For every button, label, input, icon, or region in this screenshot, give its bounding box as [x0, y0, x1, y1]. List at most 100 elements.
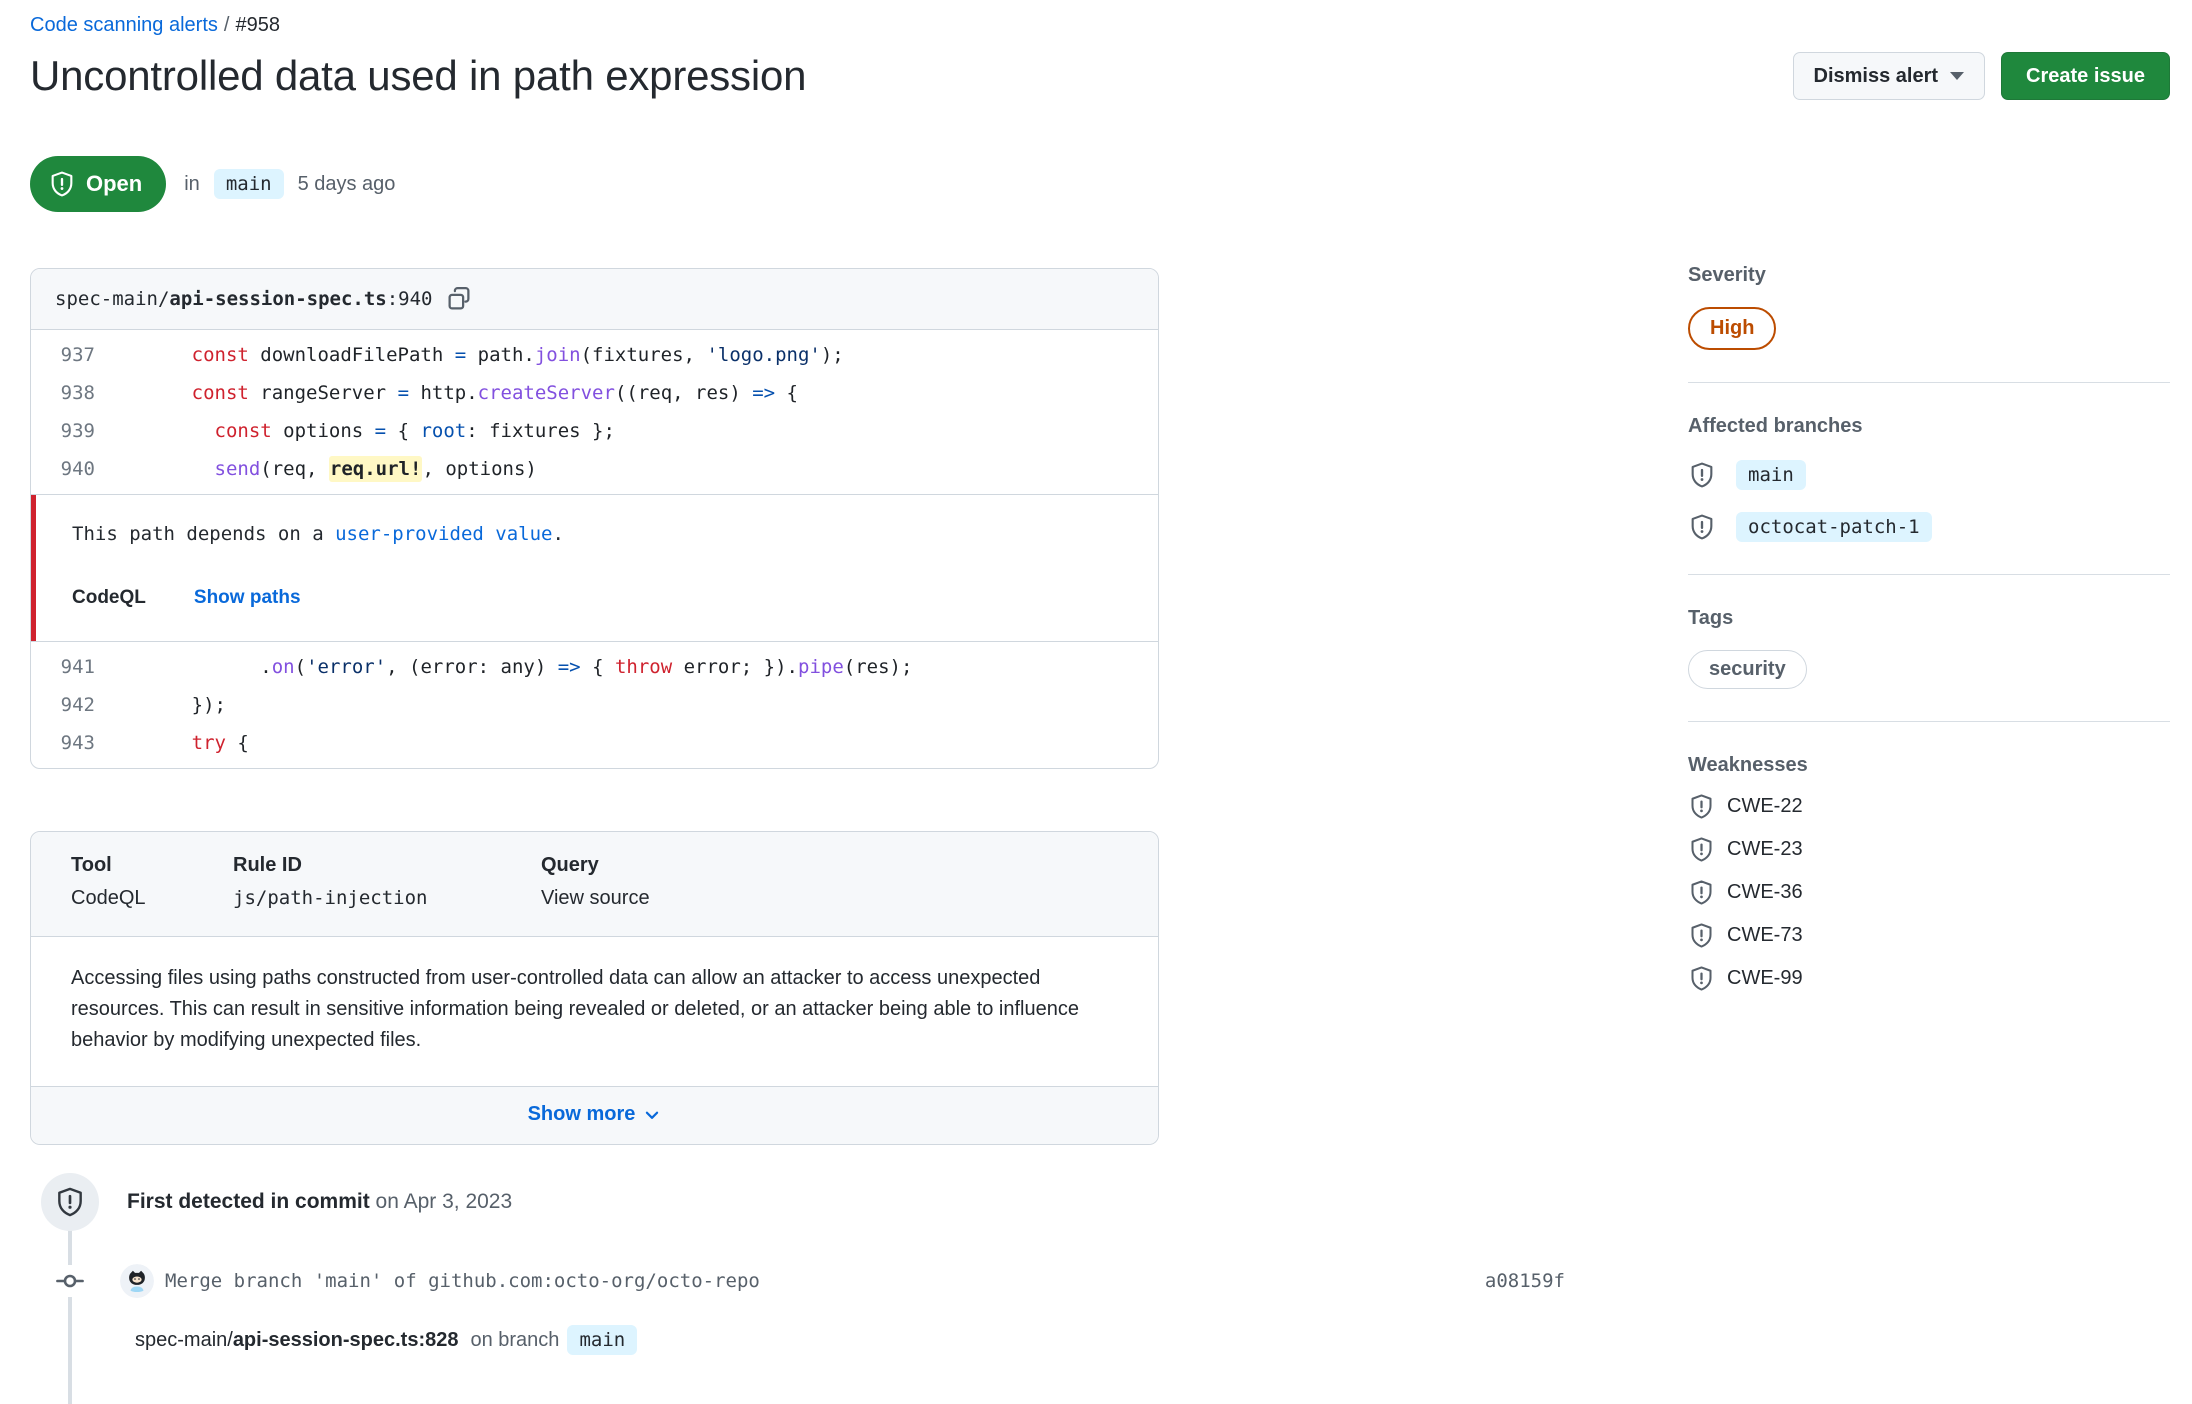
shield-alert-icon — [1688, 793, 1715, 820]
tag-pill[interactable]: security — [1688, 650, 1807, 689]
status-meta: in main 5 days ago — [184, 169, 395, 199]
sidebar: Severity High Affected branches main octo… — [1688, 212, 2170, 1056]
code-line: 938 const rangeServer = http.createServe… — [31, 374, 1158, 412]
timeline-event-text: First detected in commit on Apr 3, 2023 — [127, 1190, 513, 1213]
rule-id-value: js/path-injection — [233, 887, 428, 909]
tags-list: security — [1688, 630, 2170, 689]
commit-branch-badge[interactable]: main — [567, 1325, 638, 1355]
code-line: 937 const downloadFilePath = path.join(f… — [31, 336, 1158, 374]
line-number: 942 — [60, 694, 95, 716]
code-line: 943 try { — [31, 724, 1158, 762]
commit-row: Merge branch 'main' of github.com:octo-o… — [30, 1261, 1565, 1301]
rule-col-query: Query View source — [541, 854, 1118, 910]
main-column: spec-main/api-session-spec.ts:940 937 co… — [30, 212, 1565, 1404]
weakness-row: CWE-36 — [1688, 879, 2170, 906]
weakness-row: CWE-99 — [1688, 965, 2170, 992]
chevron-down-icon — [643, 1106, 661, 1124]
header-row: Uncontrolled data used in path expressio… — [30, 38, 2170, 100]
show-more-link[interactable]: Show more — [528, 1103, 662, 1126]
weakness-label: CWE-36 — [1727, 881, 1803, 903]
shield-alert-icon — [1688, 513, 1716, 541]
git-commit-icon — [54, 1265, 86, 1297]
status-branch-badge[interactable]: main — [213, 169, 284, 199]
weakness-label: CWE-23 — [1727, 838, 1803, 860]
breadcrumb-alert-number: #958 — [235, 14, 280, 36]
code-text: const options = { root: fixtures }; — [214, 420, 615, 442]
affected-branch-badge[interactable]: main — [1736, 460, 1806, 490]
rule-info-box: Tool CodeQL Rule ID js/path-injection Qu… — [30, 831, 1159, 1145]
code-text: }); — [123, 694, 226, 716]
create-issue-button[interactable]: Create issue — [2001, 52, 2170, 100]
alert-timeline: First detected in commit on Apr 3, 2023 — [30, 1173, 1565, 1404]
weakness-row: CWE-23 — [1688, 836, 2170, 863]
breadcrumb-code-scanning-link[interactable]: Code scanning alerts — [30, 14, 218, 36]
line-number: 939 — [60, 420, 95, 442]
create-issue-label: Create issue — [2026, 64, 2145, 87]
weakness-label: CWE-22 — [1727, 795, 1803, 817]
line-number: 938 — [60, 382, 95, 404]
rule-col-ruleid: Rule ID js/path-injection — [233, 854, 541, 910]
line-number: 937 — [60, 344, 95, 366]
code-scanning-alert-page: Code scanning alerts / #958 Uncontrolled d… — [0, 0, 2192, 1404]
alert-annotation: This path depends on a user-provided val… — [31, 494, 1158, 642]
code-line: 939 const options = { root: fixtures }; — [31, 412, 1158, 450]
code-text: send(req, req.url!, options) — [214, 456, 537, 482]
commit-file-link[interactable]: spec-main/api-session-spec.ts:828 — [135, 1329, 458, 1352]
code-snippet-box: spec-main/api-session-spec.ts:940 937 co… — [30, 268, 1159, 769]
rule-id-column-header: Rule ID — [233, 854, 302, 876]
rule-header: Tool CodeQL Rule ID js/path-injection Qu… — [31, 832, 1158, 937]
tool-column-header: Tool — [71, 854, 112, 876]
weaknesses-heading: Weaknesses — [1688, 754, 1808, 776]
breadcrumb-separator: / — [223, 14, 230, 36]
status-row: Open in main 5 days ago — [30, 156, 2170, 212]
line-number: 941 — [60, 656, 95, 678]
dismiss-alert-button[interactable]: Dismiss alert — [1792, 52, 1986, 100]
code-lines-above: 937 const downloadFilePath = path.join(f… — [31, 330, 1158, 494]
weaknesses-list: CWE-22 CWE-23 CWE-36 CWE-73 CWE-99 — [1688, 793, 2170, 992]
shield-alert-icon — [48, 170, 76, 198]
rule-description: Accessing files using paths constructed … — [71, 967, 1079, 1051]
status-badge-label: Open — [86, 171, 143, 196]
sidebar-severity-section: Severity High — [1688, 264, 2170, 383]
copy-icon[interactable] — [447, 287, 471, 311]
annotation-message: This path depends on a user-provided val… — [72, 523, 564, 545]
breadcrumb: Code scanning alerts / #958 — [30, 0, 2170, 38]
query-column-header: Query — [541, 854, 599, 876]
rule-col-tool: Tool CodeQL — [71, 854, 233, 910]
commit-file-row: spec-main/api-session-spec.ts:828 on bra… — [30, 1325, 1565, 1355]
user-provided-value-link[interactable]: user-provided value — [335, 523, 552, 545]
weakness-row: CWE-73 — [1688, 922, 2170, 949]
commit-message-link[interactable]: Merge branch 'main' of github.com:octo-o… — [165, 1270, 760, 1292]
sidebar-affected-branches-section: Affected branches main octocat-patch-1 — [1688, 415, 2170, 575]
status-badge: Open — [30, 156, 167, 212]
status-age: 5 days ago — [297, 172, 396, 195]
code-line: 942 }); — [31, 686, 1158, 724]
on-branch-label: on branch — [470, 1328, 560, 1351]
code-text: const rangeServer = http.createServer((r… — [191, 382, 798, 404]
shield-alert-icon — [1688, 879, 1715, 906]
content-columns: spec-main/api-session-spec.ts:940 937 co… — [30, 212, 2170, 1404]
timeline-shield-badge — [41, 1173, 99, 1231]
sidebar-weaknesses-section: Weaknesses CWE-22 CWE-23 CWE-36 CWE-73 CWE-9… — [1688, 754, 2170, 1024]
code-line: 941 .on('error', (error: any) => { throw… — [31, 648, 1158, 686]
code-file-path: spec-main/api-session-spec.ts:940 — [55, 288, 433, 310]
sidebar-tags-section: Tags security — [1688, 607, 2170, 722]
dismiss-alert-label: Dismiss alert — [1813, 64, 1939, 87]
line-number: 940 — [60, 458, 95, 480]
view-source-link[interactable]: View source — [541, 887, 1118, 910]
chevron-down-icon — [1950, 72, 1965, 80]
shield-alert-icon — [1688, 922, 1715, 949]
avatar[interactable] — [120, 1264, 154, 1298]
shield-alert-icon — [1688, 965, 1715, 992]
commit-hash-link[interactable]: a08159f — [1485, 1270, 1565, 1292]
affected-branch-badge[interactable]: octocat-patch-1 — [1736, 512, 1932, 542]
weakness-label: CWE-73 — [1727, 924, 1803, 946]
severity-badge: High — [1688, 307, 1777, 350]
affected-branch-row: main — [1688, 460, 2170, 490]
show-paths-link[interactable]: Show paths — [194, 587, 301, 609]
timeline-event: First detected in commit on Apr 3, 2023 — [30, 1173, 1565, 1231]
code-text: .on('error', (error: any) => { throw err… — [123, 656, 913, 678]
code-text: const downloadFilePath = path.join(fixtu… — [191, 344, 844, 366]
code-file-header: spec-main/api-session-spec.ts:940 — [31, 269, 1158, 330]
header-actions: Dismiss alert Create issue — [1792, 52, 2170, 100]
